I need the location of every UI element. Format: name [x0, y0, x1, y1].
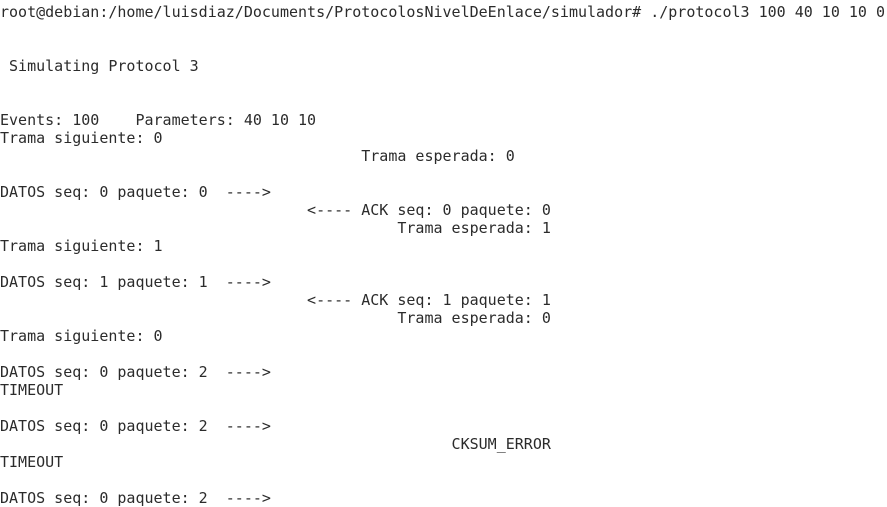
terminal-line: TIMEOUT [0, 381, 64, 399]
events-parameters-line: Events: 100 Parameters: 40 10 10 [0, 111, 317, 129]
terminal-line: <---- ACK seq: 0 paquete: 0 [0, 201, 551, 219]
terminal-line: Trama esperada: 1 [0, 219, 551, 237]
terminal-line: DATOS seq: 0 paquete: 2 ----> [0, 489, 271, 507]
terminal-line: Trama siguiente: 0 [0, 129, 163, 147]
terminal-line: CKSUM_ERROR [0, 435, 551, 453]
terminal-line: Trama esperada: 0 [0, 147, 515, 165]
command-prompt-line: root@debian:/home/luisdiaz/Documents/Pro… [0, 3, 886, 21]
terminal-line: DATOS seq: 1 paquete: 1 ----> [0, 273, 271, 291]
simulation-title: Simulating Protocol 3 [0, 57, 199, 75]
terminal-line: Trama siguiente: 1 [0, 237, 163, 255]
terminal-line: <---- ACK seq: 1 paquete: 1 [0, 291, 551, 309]
terminal-output[interactable]: root@debian:/home/luisdiaz/Documents/Pro… [0, 3, 887, 507]
terminal-line: Trama siguiente: 0 [0, 327, 163, 345]
terminal-line: TIMEOUT [0, 453, 64, 471]
terminal-line: DATOS seq: 0 paquete: 0 ----> [0, 183, 271, 201]
terminal-line: DATOS seq: 0 paquete: 2 ----> [0, 363, 271, 381]
terminal-line: DATOS seq: 0 paquete: 2 ----> [0, 417, 271, 435]
terminal-line: Trama esperada: 0 [0, 309, 551, 327]
